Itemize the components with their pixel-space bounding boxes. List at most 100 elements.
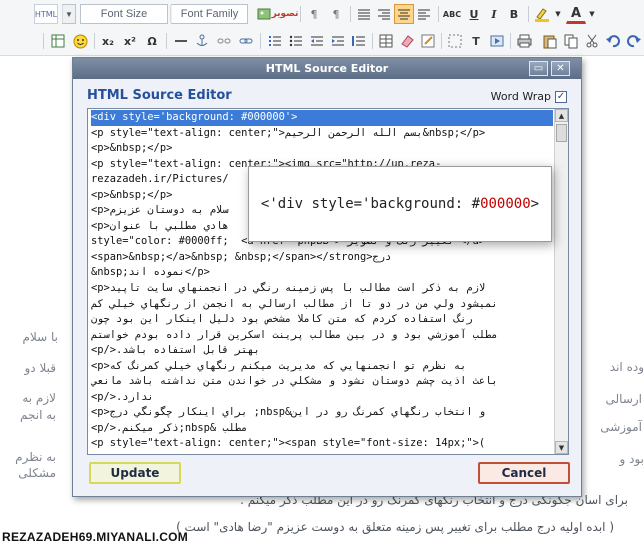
html-dropdown[interactable]: ▼ (62, 4, 76, 24)
word-wrap-label: Word Wrap (490, 90, 551, 103)
chevron-down-icon: ▼ (555, 10, 561, 18)
align-center-button[interactable] (394, 4, 414, 24)
outdent-icon (311, 36, 323, 46)
italic-button[interactable]: I (484, 4, 504, 24)
visual-aid-button[interactable] (445, 31, 465, 51)
blockquote-button[interactable] (349, 31, 369, 51)
align-left-icon (418, 9, 430, 20)
font-family-label: Font Family (180, 8, 239, 20)
bold-button[interactable]: B (504, 4, 524, 24)
code-line: نميشود ولي من در دو تا از مطالب ارسالي ب… (91, 297, 498, 310)
background-text: قبلا دو (24, 361, 56, 375)
scrollbar-thumb[interactable] (556, 124, 567, 142)
unlink-button[interactable] (214, 31, 234, 51)
vertical-scrollbar[interactable]: ▲ ▼ (554, 109, 568, 454)
hr-icon (175, 40, 187, 42)
update-button[interactable]: Update (89, 462, 181, 484)
word-wrap-checkbox[interactable]: ✓ (555, 91, 567, 103)
undo-button[interactable] (603, 31, 623, 51)
underline-button[interactable]: U (464, 4, 484, 24)
align-left-button[interactable] (414, 4, 434, 24)
popup-suffix: > (530, 196, 540, 212)
font-size-select[interactable]: Font Size (80, 4, 168, 24)
align-justify-button[interactable] (354, 4, 374, 24)
background-text: لازم به (22, 391, 56, 405)
scroll-up-icon[interactable]: ▲ (555, 109, 568, 122)
background-text: به نظرم (15, 450, 56, 464)
code-line: و انتخاب رنگهاي کمرنگ رو در اين&nbsp; بر… (91, 406, 486, 419)
save-button[interactable] (48, 31, 68, 51)
code-line: لازم به ذکر است مطالب با پس زمينه رنگي د… (91, 282, 486, 295)
background-text: آموزشی (600, 420, 642, 434)
subscript-button[interactable]: x₂ (98, 31, 118, 51)
superscript-button[interactable]: x² (120, 31, 140, 51)
close-icon: ✕ (556, 63, 565, 74)
zoom-popup: <'div style='background: #000000 > (248, 166, 552, 242)
paste-icon (543, 35, 557, 48)
paste-button[interactable] (540, 31, 560, 51)
highlight-color-button[interactable] (532, 4, 552, 24)
dialog-titlebar[interactable]: HTML Source Editor (73, 58, 581, 79)
emoticon-button[interactable] (70, 31, 90, 51)
insert-table-button[interactable] (376, 31, 396, 51)
numbered-list-button[interactable] (265, 31, 285, 51)
toolbar-separator (528, 6, 529, 22)
toolbar-separator (43, 33, 44, 49)
background-text: به انجم (20, 408, 56, 422)
highlighter-icon (535, 8, 549, 22)
anchor-button[interactable] (192, 31, 212, 51)
special-char-button[interactable]: Ω (142, 31, 162, 51)
align-center-icon (398, 9, 410, 20)
code-line: <div style='background: #000000'> (91, 110, 553, 126)
media-button[interactable] (487, 31, 507, 51)
close-button[interactable]: ✕ (551, 61, 570, 76)
toolbar-separator (350, 6, 351, 22)
horizontal-rule-button[interactable] (171, 31, 191, 51)
cleanup-button[interactable] (397, 31, 417, 51)
redo-icon (627, 35, 641, 48)
cancel-button[interactable]: Cancel (478, 462, 570, 484)
text-button[interactable]: T (466, 31, 486, 51)
code-line: <p style="text-align: center;">بسم الله … (91, 126, 486, 139)
align-justify-icon (358, 9, 370, 20)
table-icon (51, 34, 65, 48)
toolbar-separator (166, 33, 167, 49)
cut-icon (586, 34, 598, 48)
toolbar-separator (94, 33, 95, 49)
font-family-select[interactable]: Font Family (172, 4, 248, 24)
print-button[interactable] (514, 31, 534, 51)
editor-toolbar: HTML ▼ Font Size ▼ Font Family تصوير ¶ ¶… (0, 0, 644, 56)
copy-button[interactable] (561, 31, 581, 51)
indent-button[interactable] (328, 31, 348, 51)
maximize-button[interactable]: ▭ (529, 61, 548, 76)
code-line: بهتر قابل استفاده باشد.</p> (91, 344, 260, 357)
html-button[interactable]: HTML (34, 4, 58, 24)
toolbar-separator (441, 33, 442, 49)
toolbar-separator (438, 6, 439, 22)
outdent-button[interactable] (307, 31, 327, 51)
cut-button[interactable] (582, 31, 602, 51)
source-code-textarea[interactable]: <div style='background: #000000'> <p styl… (87, 108, 569, 455)
code-line: به نظرم تو انجمنهايي که مديريت ميکنم رنگ… (91, 359, 467, 372)
blockquote-icon (352, 36, 365, 46)
spellcheck-button[interactable]: ABC (442, 4, 462, 24)
redo-button[interactable] (624, 31, 644, 51)
picture-button[interactable]: تصوير (272, 4, 299, 24)
align-right-icon (378, 9, 390, 20)
popup-prefix: <'div style='background: # (260, 196, 481, 212)
dialog-title: HTML Source Editor (265, 62, 389, 75)
font-color-button[interactable]: A (566, 4, 586, 24)
font-color-dropdown[interactable]: ▼ (586, 4, 598, 24)
edit-button[interactable] (418, 31, 438, 51)
undo-icon (606, 35, 620, 48)
ltr-button[interactable]: ¶ (304, 4, 324, 24)
code-line: ندارد.</p> (91, 390, 154, 403)
chevron-down-icon: ▼ (62, 5, 75, 23)
link-button[interactable] (236, 31, 256, 51)
align-right-button[interactable] (374, 4, 394, 24)
background-text: وده اند (609, 360, 644, 374)
bullet-list-button[interactable] (286, 31, 306, 51)
rtl-button[interactable]: ¶ (326, 4, 346, 24)
highlight-dropdown[interactable]: ▼ (552, 4, 564, 24)
scroll-down-icon[interactable]: ▼ (555, 441, 568, 454)
